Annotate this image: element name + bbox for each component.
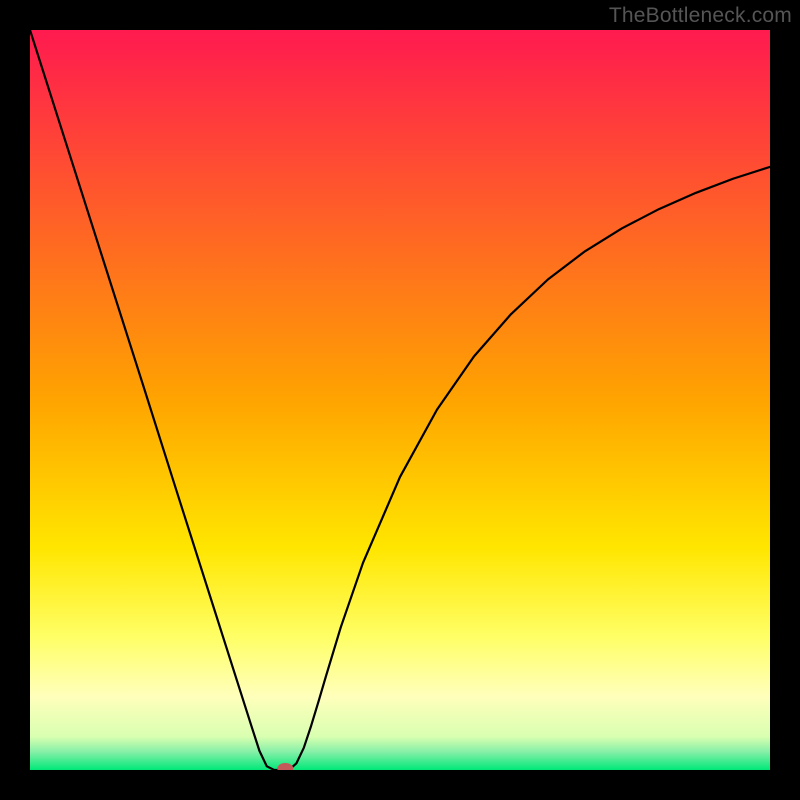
chart-frame: TheBottleneck.com [0, 0, 800, 800]
watermark-text: TheBottleneck.com [609, 4, 792, 28]
gradient-background [30, 30, 770, 770]
plot-area [30, 30, 770, 770]
chart-svg [30, 30, 770, 770]
